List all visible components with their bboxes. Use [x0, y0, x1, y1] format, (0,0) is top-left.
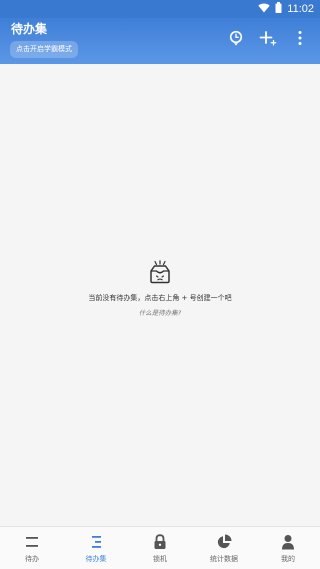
todo-collection-icon [87, 533, 105, 551]
clock-button[interactable] [224, 30, 248, 50]
main-content: 当前没有待办集，点击右上角 + 号创建一个吧 什么是待办集? [0, 64, 320, 526]
status-time: 11:02 [287, 3, 314, 15]
nav-label-statistics: 统计数据 [210, 555, 238, 563]
lock-icon [151, 533, 169, 551]
bottom-nav: 待办 待办集 锁机 统计数据 我的 [0, 526, 320, 569]
more-options-button[interactable] [288, 30, 312, 50]
battery-icon [275, 2, 282, 16]
status-bar: 11:02 [0, 0, 320, 18]
inbox-sad-face-icon [147, 260, 173, 286]
wifi-icon [258, 3, 270, 16]
page-title: 待办集 [11, 22, 48, 36]
empty-state-message: 当前没有待办集，点击右上角 + 号创建一个吧 [88, 294, 232, 302]
todo-list-icon [23, 533, 41, 551]
nav-label-me: 我的 [281, 555, 295, 563]
nav-label-lock: 锁机 [153, 555, 167, 563]
status-indicators: 11:02 [258, 2, 314, 16]
nav-label-todo-collection: 待办集 [85, 555, 107, 563]
what-is-collection-link[interactable]: 什么是待办集? [0, 309, 320, 318]
nav-item-statistics[interactable]: 统计数据 [192, 527, 256, 569]
nav-label-todo: 待办 [25, 555, 39, 563]
nav-item-todo[interactable]: 待办 [0, 527, 64, 569]
study-mode-button[interactable]: 点击开启学霸模式 [10, 41, 78, 58]
nav-item-todo-collection[interactable]: 待办集 [64, 527, 128, 569]
app-bar: 待办集 点击开启学霸模式 [0, 18, 320, 64]
nav-item-lock[interactable]: 锁机 [128, 527, 192, 569]
empty-state: 当前没有待办集，点击右上角 + 号创建一个吧 什么是待办集? [0, 260, 320, 318]
clock-icon [229, 30, 243, 50]
add-icon [259, 30, 277, 50]
nav-item-me[interactable]: 我的 [256, 527, 320, 569]
app-bar-actions [216, 30, 312, 50]
pie-chart-icon [215, 533, 233, 551]
add-button[interactable] [256, 30, 280, 50]
person-icon [279, 533, 297, 551]
more-vert-icon [298, 30, 302, 50]
